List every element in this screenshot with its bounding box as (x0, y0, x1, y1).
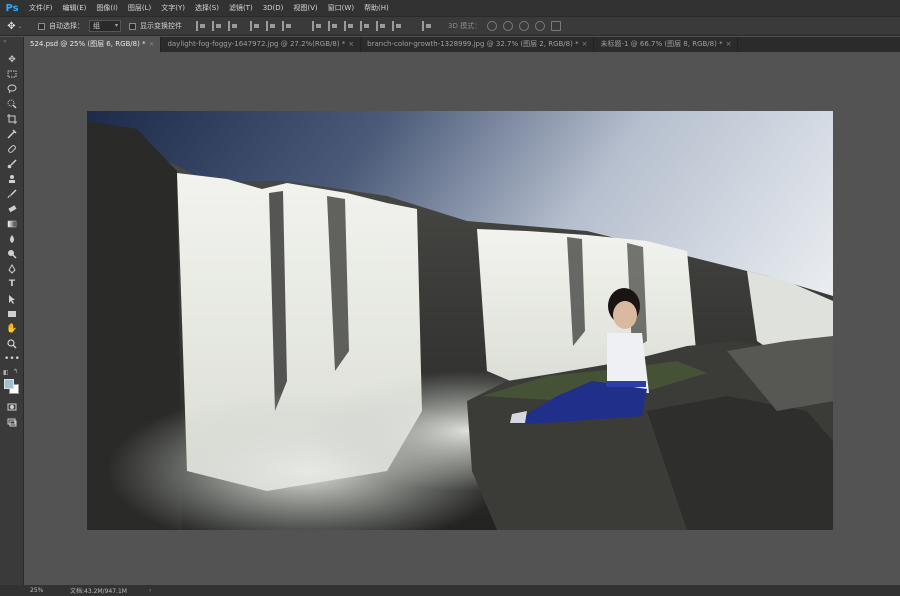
close-icon[interactable]: × (726, 40, 732, 48)
menu-bar: Ps 文件(F) 编辑(E) 图像(I) 图层(L) 文字(Y) 选择(S) 滤… (0, 0, 900, 16)
clone-stamp-icon[interactable] (4, 173, 20, 185)
distribute-buttons (312, 21, 408, 31)
rectangle-icon[interactable] (4, 308, 20, 320)
history-brush-icon[interactable] (4, 188, 20, 200)
close-icon[interactable]: × (348, 40, 354, 48)
healing-brush-icon[interactable] (4, 143, 20, 155)
menu-help[interactable]: 帮助(H) (359, 0, 394, 16)
lasso-icon[interactable] (4, 83, 20, 95)
tab-untitled-1[interactable]: 未标题-1 @ 66.7% (图层 8, RGB/8) * × (594, 37, 739, 52)
brush-icon[interactable] (4, 158, 20, 170)
marquee-icon[interactable] (4, 68, 20, 80)
move-tool-preset-icon[interactable]: ✥ ⌄ (0, 17, 30, 35)
align-vcenter-icon[interactable] (212, 21, 222, 31)
close-icon[interactable]: × (582, 40, 588, 48)
zoom-icon[interactable] (4, 338, 20, 350)
auto-select-label: 自动选择： (49, 22, 84, 30)
hand-icon[interactable]: ✋ (4, 323, 20, 335)
menu-image[interactable]: 图像(I) (91, 0, 123, 16)
default-colors-icon[interactable]: ◧ (3, 369, 9, 376)
menu-file[interactable]: 文件(F) (24, 0, 58, 16)
show-transform-box[interactable] (129, 22, 136, 30)
mode-3d-label: 3D 模式： (448, 22, 482, 30)
show-transform-label: 显示变换控件 (140, 22, 182, 30)
menu-type[interactable]: 文字(Y) (156, 0, 190, 16)
align-bottom-icon[interactable] (228, 21, 238, 31)
status-menu-chevron-icon[interactable]: › (149, 587, 151, 594)
doc-size: 文档:43.2M/947.1M (70, 588, 127, 595)
zoom-level[interactable]: 25% (30, 587, 70, 594)
menu-window[interactable]: 窗口(W) (323, 0, 359, 16)
auto-select-dropdown[interactable]: 组 ▾ (89, 20, 121, 32)
quick-mask-icon[interactable] (4, 401, 20, 413)
3d-slide-icon[interactable] (535, 21, 546, 31)
document-canvas[interactable] (87, 111, 833, 530)
foreground-color-swatch[interactable] (4, 379, 14, 389)
auto-select-box[interactable] (38, 22, 45, 30)
tab-524-psd[interactable]: 524.psd @ 25% (图层 6, RGB/8) * × (24, 37, 162, 52)
quick-select-icon[interactable] (4, 98, 20, 110)
eraser-icon[interactable] (4, 203, 20, 215)
3d-pan-icon[interactable] (519, 21, 530, 31)
type-icon[interactable]: T (4, 278, 20, 290)
tab-label: 未标题-1 @ 66.7% (图层 8, RGB/8) * (600, 40, 723, 48)
tab-label: daylight-fog-foggy-1647972.jpg @ 27.2%(R… (167, 40, 346, 48)
auto-align-icon[interactable] (422, 21, 432, 31)
tab-label: branch-color-growth-1328999.jpg @ 32.7% … (367, 40, 579, 48)
menu-layer[interactable]: 图层(L) (123, 0, 156, 16)
tab-daylight-fog[interactable]: daylight-fog-foggy-1647972.jpg @ 27.2%(R… (161, 37, 362, 52)
tab-label: 524.psd @ 25% (图层 6, RGB/8) * (30, 40, 146, 48)
show-transform-checkbox[interactable]: 显示变换控件 (129, 21, 182, 31)
align-left-icon[interactable] (250, 21, 260, 31)
distribute-bottom-icon[interactable] (344, 21, 354, 31)
distribute-top-icon[interactable] (312, 21, 322, 31)
path-select-icon[interactable] (4, 293, 20, 305)
menu-filter[interactable]: 滤镜(T) (224, 0, 258, 16)
gradient-icon[interactable] (4, 218, 20, 230)
menu-select[interactable]: 选择(S) (190, 0, 224, 16)
3d-roll-icon[interactable] (503, 21, 514, 31)
3d-rotate-icon[interactable] (487, 21, 498, 31)
align-buttons (196, 21, 298, 31)
move-icon[interactable]: ✥ (4, 54, 20, 66)
document-tabs: 524.psd @ 25% (图层 6, RGB/8) * × daylight-… (24, 37, 900, 52)
distribute-vcenter-icon[interactable] (328, 21, 338, 31)
menu-view[interactable]: 视图(V) (288, 0, 322, 16)
distribute-hcenter-icon[interactable] (376, 21, 386, 31)
screen-mode-icon[interactable] (4, 416, 20, 428)
workspace[interactable] (24, 52, 900, 585)
menu-edit[interactable]: 编辑(E) (58, 0, 92, 16)
distribute-right-icon[interactable] (392, 21, 402, 31)
auto-align-group (422, 21, 438, 31)
swap-colors-icon[interactable]: ↰ (13, 368, 18, 375)
composite-image (87, 111, 833, 530)
menu-3d[interactable]: 3D(D) (258, 0, 289, 16)
3d-scale-icon[interactable] (551, 21, 562, 31)
eyedropper-icon[interactable] (4, 128, 20, 140)
pen-icon[interactable] (4, 263, 20, 275)
tab-branch-color[interactable]: branch-color-growth-1328999.jpg @ 32.7% … (361, 37, 595, 52)
align-right-icon[interactable] (282, 21, 292, 31)
crop-icon[interactable] (4, 113, 20, 125)
dodge-icon[interactable] (4, 248, 20, 260)
options-bar: ✥ ⌄ 自动选择： 组 ▾ 显示变换控件 3D 模式： (0, 16, 900, 36)
close-icon[interactable]: × (149, 40, 155, 48)
collapse-arrows-icon[interactable]: » (3, 38, 7, 45)
align-top-icon[interactable] (196, 21, 206, 31)
auto-select-value: 组 (93, 22, 100, 30)
tools-panel: » ✥ T ✋ ••• ◧ ↰ (0, 37, 24, 585)
status-bar: 25% 文档:43.2M/947.1M › (0, 585, 900, 596)
blur-icon[interactable] (4, 233, 20, 245)
photoshop-logo: Ps (5, 2, 19, 14)
chevron-down-icon: ▾ (114, 22, 118, 29)
auto-select-checkbox[interactable]: 自动选择： (38, 21, 84, 31)
align-hcenter-icon[interactable] (266, 21, 276, 31)
distribute-left-icon[interactable] (360, 21, 370, 31)
more-tools-icon[interactable]: ••• (4, 353, 20, 365)
